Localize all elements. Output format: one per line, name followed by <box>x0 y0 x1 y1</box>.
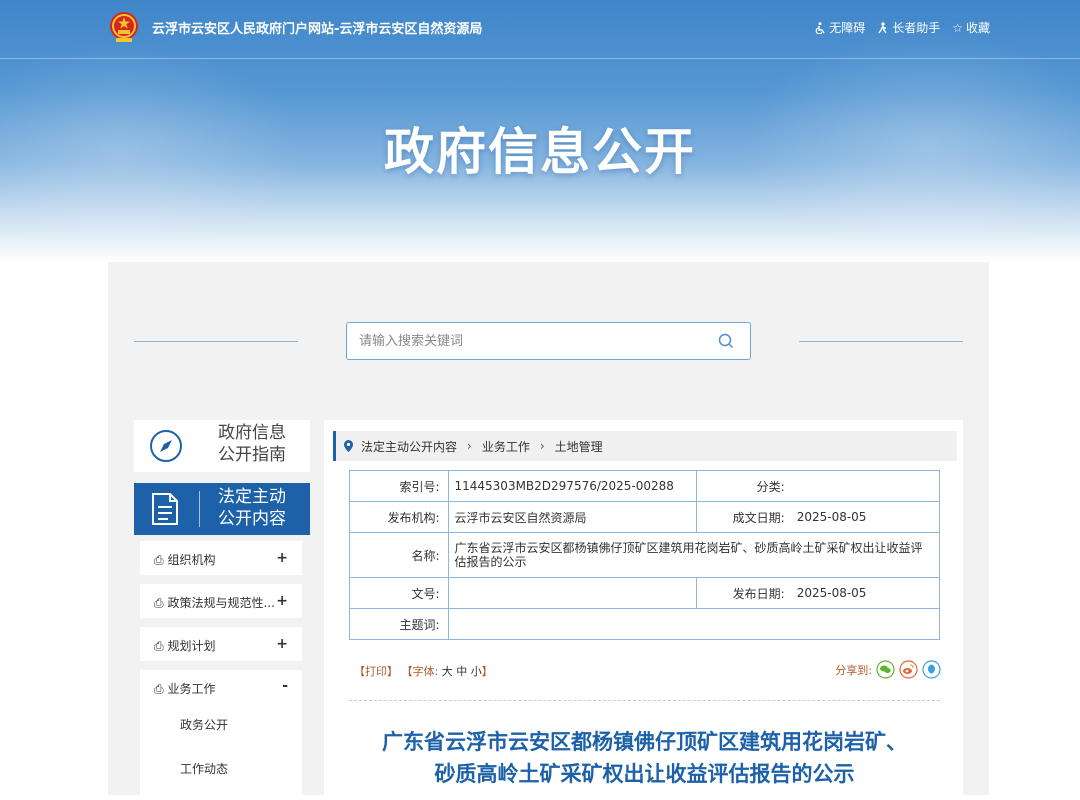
share-label: 分享到: <box>835 663 872 677</box>
expand-icon[interactable]: + <box>276 636 288 652</box>
sidebar-item-label: 业务工作 <box>167 682 216 696</box>
site-title[interactable]: 云浮市云安区人民政府门户网站-云浮市云安区自然资源局 <box>152 18 482 37</box>
category-value <box>790 470 940 502</box>
guide-line-1: 政府信息 <box>218 423 286 443</box>
breadcrumb-item[interactable]: 土地管理 <box>555 438 603 455</box>
article-tools: 【打印】 【字体: 大 中 小】 <box>354 663 493 679</box>
expand-icon[interactable]: + <box>276 550 288 566</box>
breadcrumb: 法定主动公开内容 › 业务工作 › 土地管理 <box>333 431 957 461</box>
content-container: 政府信息 公开指南 法定主动 公开内容 ⎙ 组织机构 + ⎙ 政策法规与规范性.… <box>108 262 989 800</box>
search-box <box>346 322 751 360</box>
published-date-label: 发布日期: <box>696 577 791 609</box>
folder-icon: ⎙ <box>154 639 164 653</box>
qq-icon[interactable] <box>922 660 941 679</box>
name-value: 广东省云浮市云安区都杨镇佛仔顶矿区建筑用花岗岩矿、砂质高岭土矿采矿权出让收益评估… <box>447 532 940 578</box>
search-icon[interactable] <box>718 333 734 349</box>
accessibility-label: 无障碍 <box>829 21 866 35</box>
national-emblem-icon <box>110 12 138 42</box>
article-title-line-2: 砂质高岭土矿采矿权出让收益评估报告的公示 <box>434 762 855 786</box>
main-panel: 法定主动公开内容 › 业务工作 › 土地管理 索引号: 11445303MB2D… <box>324 420 963 795</box>
sidebar-item-org[interactable]: ⎙ 组织机构 + <box>140 541 302 575</box>
sidebar-active-item[interactable]: 法定主动 公开内容 <box>134 483 310 535</box>
print-button[interactable]: 【打印】 <box>354 665 398 678</box>
location-pin-icon <box>344 440 353 452</box>
folder-icon: ⎙ <box>154 553 164 567</box>
hero-title: 政府信息公开 <box>384 123 696 181</box>
favorite-link[interactable]: ☆ 收藏 <box>952 19 990 36</box>
collapse-icon[interactable]: - <box>282 678 288 694</box>
name-label: 名称: <box>349 532 449 578</box>
sidebar-guide[interactable]: 政府信息 公开指南 <box>134 420 310 472</box>
doc-number-label: 文号: <box>349 577 449 609</box>
sidebar-menu: ⎙ 组织机构 + ⎙ 政策法规与规范性... + ⎙ 规划计划 + ⎙ 业务工作… <box>140 541 302 800</box>
created-date-label: 成文日期: <box>696 501 791 533</box>
breadcrumb-item[interactable]: 法定主动公开内容 <box>361 438 457 455</box>
font-size-suffix: 】 <box>481 665 493 678</box>
chevron-right-icon: › <box>467 439 472 453</box>
top-links: 无障碍 长者助手 ☆ 收藏 <box>815 19 990 36</box>
star-icon: ☆ <box>952 20 963 35</box>
favorite-label: 收藏 <box>965 21 990 35</box>
published-date-value: 2025-08-05 <box>790 577 940 609</box>
search-divider-right <box>799 341 963 342</box>
sidebar-item-label: 组织机构 <box>167 553 216 567</box>
sidebar-item-business[interactable]: ⎙ 业务工作 - 政务公开 工作动态 <box>140 670 302 800</box>
subject-label: 主题词: <box>349 608 449 640</box>
header-banner: 云浮市云安区人民政府门户网站-云浮市云安区自然资源局 无障碍 长者助手 ☆ 收藏… <box>0 0 1080 262</box>
accessibility-icon <box>815 21 825 34</box>
wechat-icon[interactable] <box>876 660 895 679</box>
breadcrumb-item[interactable]: 业务工作 <box>482 438 530 455</box>
chevron-right-icon: › <box>539 439 545 453</box>
font-size-small[interactable]: 小 <box>471 665 482 678</box>
font-size-prefix: 【字体: <box>401 665 439 678</box>
sidebar-subitem-gov-affairs[interactable]: 政务公开 <box>180 716 228 733</box>
header-divider <box>0 58 1080 59</box>
font-size-large[interactable]: 大 <box>442 665 453 678</box>
doc-number-value <box>447 577 698 609</box>
document-meta-table: 索引号: 11445303MB2D297576/2025-00288 分类: 发… <box>349 470 940 640</box>
share-bar: 分享到: <box>835 660 941 679</box>
accessibility-link[interactable]: 无障碍 <box>815 19 865 36</box>
sidebar-item-policy[interactable]: ⎙ 政策法规与规范性... + <box>140 584 302 618</box>
article-title: 广东省云浮市云安区都杨镇佛仔顶矿区建筑用花岗岩矿、 砂质高岭土矿采矿权出让收益评… <box>349 726 940 790</box>
compass-icon <box>150 430 182 462</box>
publisher-label: 发布机构: <box>349 501 449 533</box>
publisher-value: 云浮市云安区自然资源局 <box>447 501 698 533</box>
elder-assistant-label: 长者助手 <box>892 21 941 35</box>
guide-line-2: 公开指南 <box>218 445 286 465</box>
active-line-1: 法定主动 <box>218 487 286 507</box>
elder-icon <box>878 21 887 33</box>
weibo-icon[interactable] <box>899 660 918 679</box>
index-label: 索引号: <box>349 470 449 502</box>
article-title-line-1: 广东省云浮市云安区都杨镇佛仔顶矿区建筑用花岗岩矿、 <box>382 730 907 754</box>
elder-assistant-link[interactable]: 长者助手 <box>877 19 940 36</box>
sidebar-item-label: 规划计划 <box>167 639 216 653</box>
created-date-value: 2025-08-05 <box>790 501 940 533</box>
search-divider-left <box>134 341 298 342</box>
index-value: 11445303MB2D297576/2025-00288 <box>447 470 698 502</box>
font-size-medium[interactable]: 中 <box>456 665 467 678</box>
folder-icon: ⎙ <box>154 682 164 696</box>
article-divider <box>349 700 940 702</box>
expand-icon[interactable]: + <box>276 593 288 609</box>
category-label: 分类: <box>696 470 791 502</box>
active-item-divider <box>199 491 200 527</box>
subject-value <box>447 608 940 640</box>
folder-icon: ⎙ <box>154 596 164 610</box>
sidebar-item-label: 政策法规与规范性... <box>167 596 275 610</box>
sidebar-subitem-work-news[interactable]: 工作动态 <box>180 760 228 777</box>
document-icon <box>152 493 178 525</box>
active-line-2: 公开内容 <box>218 509 286 529</box>
search-input[interactable] <box>347 323 701 359</box>
sidebar-item-plan[interactable]: ⎙ 规划计划 + <box>140 627 302 661</box>
